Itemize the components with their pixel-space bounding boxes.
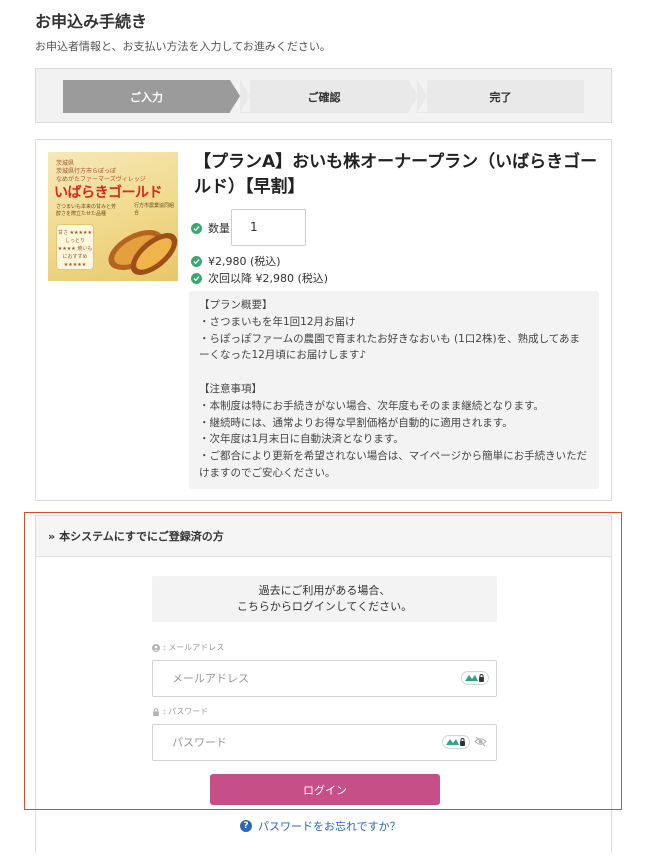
password-label-text: : パスワード xyxy=(163,707,209,716)
step-label: ご確認 xyxy=(307,90,341,104)
step-input: ご入力 xyxy=(63,80,240,113)
page-title: お申込み手続き xyxy=(35,12,148,31)
question-icon: ? xyxy=(240,820,252,832)
next-price-text: 次回以降 ¥2,980 (税込) xyxy=(208,272,329,285)
product-title: 【プランA】おいも株オーナープラン（いばらきゴールド）【早割】 xyxy=(194,152,598,197)
password-manager-icon[interactable] xyxy=(442,735,470,749)
password-placeholder: パスワード xyxy=(172,736,227,749)
quantity-label: 数量 xyxy=(208,222,230,235)
quantity-row: 数量 xyxy=(191,220,230,236)
login-button[interactable]: ログイン xyxy=(210,774,440,805)
notice-line: こちらからログインしてください。 xyxy=(236,600,413,613)
forgot-password-text: パスワードをお忘れですか？ xyxy=(258,820,401,833)
step-confirm: ご確認 xyxy=(240,80,418,113)
email-field[interactable]: メールアドレス xyxy=(152,660,497,697)
password-label: : パスワード xyxy=(152,706,208,717)
plan-description: 【プラン概要】 ・さつまいもを年1回12月お届け ・らぽっぽファームの農園で育ま… xyxy=(189,291,599,489)
password-manager-icon[interactable] xyxy=(461,671,489,685)
email-placeholder: メールアドレス xyxy=(172,672,249,685)
email-label-text: : メールアドレス xyxy=(163,643,225,652)
step-notch xyxy=(240,80,250,112)
product-image: 茨城県 茨城県行方市らぽっぽ なめがたファーマーズヴィレッジ いばらきゴールド … xyxy=(48,152,178,281)
progress-stepper: ご入力 ご確認 完了 xyxy=(35,68,612,123)
price-text: ¥2,980 (税込) xyxy=(208,255,281,268)
check-icon xyxy=(191,255,202,267)
next-price-row: 次回以降 ¥2,980 (税込) xyxy=(191,270,328,286)
notice-line: 過去にご利用がある場合、 xyxy=(258,584,391,597)
image-title: いばらきゴールド xyxy=(54,185,163,201)
password-field[interactable]: パスワード xyxy=(152,724,497,761)
eye-off-icon[interactable] xyxy=(474,736,487,747)
step-complete: 完了 xyxy=(417,80,584,113)
quantity-input[interactable]: 1 xyxy=(231,209,306,246)
double-chevron-right-icon: » xyxy=(48,529,56,543)
login-section: » 本システムにすでにご登録済の方 過去にご利用がある場合、 こちらからログイン… xyxy=(35,515,612,853)
page-subtitle: お申込者情報と、お支払い方法を入力してお進みください。 xyxy=(35,40,331,53)
email-label: : メールアドレス xyxy=(152,642,224,653)
login-header-text: 本システムにすでにご登録済の方 xyxy=(59,530,224,543)
sweet-potato-icon xyxy=(108,230,178,275)
lock-icon xyxy=(153,707,159,716)
login-notice: 過去にご利用がある場合、 こちらからログインしてください。 xyxy=(152,576,497,622)
forgot-password-link[interactable]: ? パスワードをお忘れですか？ xyxy=(240,818,401,834)
step-label: 完了 xyxy=(489,90,512,104)
step-notch xyxy=(417,80,427,112)
step-label: ご入力 xyxy=(130,90,163,104)
login-header: » 本システムにすでにご登録済の方 xyxy=(36,516,611,557)
image-rating-badge: 甘さ ★★★★★ しっとり ★★★★ 焼いもにおすすめ ★★★★★ xyxy=(56,224,94,270)
check-icon xyxy=(191,272,202,284)
product-card: 茨城県 茨城県行方市らぽっぽ なめがたファーマーズヴィレッジ いばらきゴールド … xyxy=(35,139,612,501)
price-row: ¥2,980 (税込) xyxy=(191,253,281,269)
check-icon xyxy=(191,222,202,234)
step-arrow-icon xyxy=(230,80,240,112)
user-icon xyxy=(152,643,160,652)
